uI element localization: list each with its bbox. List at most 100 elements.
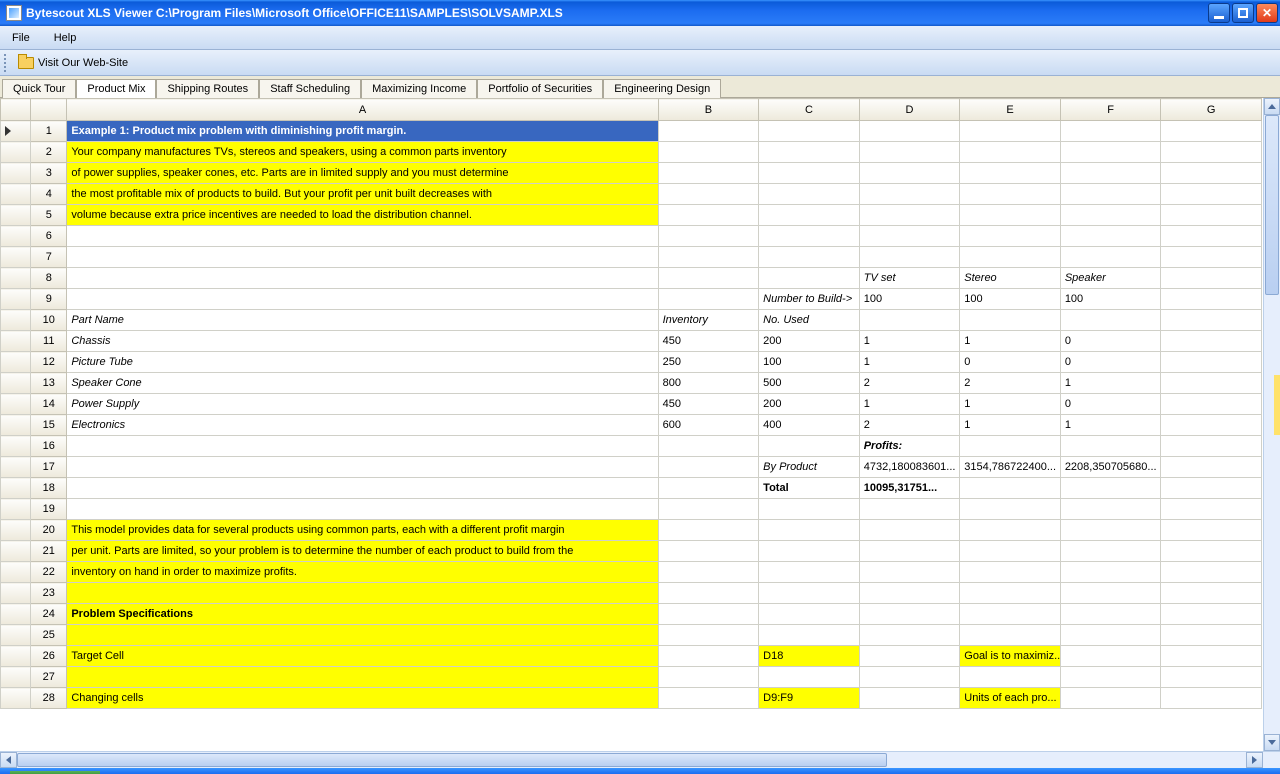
cell-C7[interactable] [759,247,860,268]
column-header-F[interactable]: F [1060,99,1161,121]
cell-F22[interactable] [1060,562,1161,583]
cell-E11[interactable]: 1 [960,331,1061,352]
cell-B23[interactable] [658,583,759,604]
cell-E6[interactable] [960,226,1061,247]
row-header-15[interactable]: 15 [31,415,67,436]
cell-A22[interactable]: inventory on hand in order to maximize p… [67,562,658,583]
cell-C15[interactable]: 400 [759,415,860,436]
cell-D4[interactable] [859,184,960,205]
cell-A16[interactable] [67,436,658,457]
menu-file[interactable]: File [6,29,36,47]
cell-C13[interactable]: 500 [759,373,860,394]
cell-B22[interactable] [658,562,759,583]
cell-G16[interactable] [1161,436,1262,457]
cell-E23[interactable] [960,583,1061,604]
cell-A21[interactable]: per unit. Parts are limited, so your pro… [67,541,658,562]
minimize-button[interactable] [1208,3,1230,23]
cell-C16[interactable] [759,436,860,457]
cell-F15[interactable]: 1 [1060,415,1161,436]
cell-B9[interactable] [658,289,759,310]
cell-D10[interactable] [859,310,960,331]
cell-D24[interactable] [859,604,960,625]
cell-E26[interactable]: Goal is to maximiz... [960,646,1061,667]
cell-A17[interactable] [67,457,658,478]
cell-D22[interactable] [859,562,960,583]
cell-F26[interactable] [1060,646,1161,667]
cell-F1[interactable] [1060,121,1161,142]
row-header-18[interactable]: 18 [31,478,67,499]
cell-G1[interactable] [1161,121,1262,142]
cell-A8[interactable] [67,268,658,289]
cell-B12[interactable]: 250 [658,352,759,373]
cell-E21[interactable] [960,541,1061,562]
cell-B15[interactable]: 600 [658,415,759,436]
cell-E18[interactable] [960,478,1061,499]
cell-E3[interactable] [960,163,1061,184]
column-header-D[interactable]: D [859,99,960,121]
cell-E17[interactable]: 3154,786722400... [960,457,1061,478]
cell-G14[interactable] [1161,394,1262,415]
cell-G8[interactable] [1161,268,1262,289]
cell-G3[interactable] [1161,163,1262,184]
row-header-4[interactable]: 4 [31,184,67,205]
cell-F7[interactable] [1060,247,1161,268]
cell-A24[interactable]: Problem Specifications [67,604,658,625]
cell-E4[interactable] [960,184,1061,205]
cell-F3[interactable] [1060,163,1161,184]
cell-B19[interactable] [658,499,759,520]
cell-B20[interactable] [658,520,759,541]
cell-E7[interactable] [960,247,1061,268]
cell-G22[interactable] [1161,562,1262,583]
cell-F21[interactable] [1060,541,1161,562]
cell-E22[interactable] [960,562,1061,583]
cell-F14[interactable]: 0 [1060,394,1161,415]
cell-F13[interactable]: 1 [1060,373,1161,394]
cell-D25[interactable] [859,625,960,646]
cell-B8[interactable] [658,268,759,289]
cell-D8[interactable]: TV set [859,268,960,289]
cell-D14[interactable]: 1 [859,394,960,415]
row-header-28[interactable]: 28 [31,688,67,709]
cell-B10[interactable]: Inventory [658,310,759,331]
cell-B26[interactable] [658,646,759,667]
cell-F8[interactable]: Speaker [1060,268,1161,289]
cell-C17[interactable]: By Product [759,457,860,478]
cell-A11[interactable]: Chassis [67,331,658,352]
cell-D11[interactable]: 1 [859,331,960,352]
menu-help[interactable]: Help [48,29,83,47]
cell-B16[interactable] [658,436,759,457]
cell-G13[interactable] [1161,373,1262,394]
cell-D2[interactable] [859,142,960,163]
column-header-B[interactable]: B [658,99,759,121]
cell-G17[interactable] [1161,457,1262,478]
cell-E1[interactable] [960,121,1061,142]
cell-E19[interactable] [960,499,1061,520]
row-header-11[interactable]: 11 [31,331,67,352]
row-header-24[interactable]: 24 [31,604,67,625]
sheet-tab-product-mix[interactable]: Product Mix [76,79,156,98]
cell-A20[interactable]: This model provides data for several pro… [67,520,658,541]
cell-D12[interactable]: 1 [859,352,960,373]
cell-G5[interactable] [1161,205,1262,226]
cell-E5[interactable] [960,205,1061,226]
cell-B11[interactable]: 450 [658,331,759,352]
cell-E10[interactable] [960,310,1061,331]
cell-A10[interactable]: Part Name [67,310,658,331]
cell-F27[interactable] [1060,667,1161,688]
cell-F5[interactable] [1060,205,1161,226]
horizontal-scroll-thumb[interactable] [17,753,887,767]
cell-A26[interactable]: Target Cell [67,646,658,667]
cell-G10[interactable] [1161,310,1262,331]
cell-B4[interactable] [658,184,759,205]
scroll-down-button[interactable] [1264,734,1280,751]
cell-G28[interactable] [1161,688,1262,709]
cell-D1[interactable] [859,121,960,142]
scroll-up-button[interactable] [1264,98,1280,115]
cell-D28[interactable] [859,688,960,709]
cell-C5[interactable] [759,205,860,226]
row-header-7[interactable]: 7 [31,247,67,268]
cell-G19[interactable] [1161,499,1262,520]
cell-C18[interactable]: Total [759,478,860,499]
cell-C23[interactable] [759,583,860,604]
row-header-21[interactable]: 21 [31,541,67,562]
